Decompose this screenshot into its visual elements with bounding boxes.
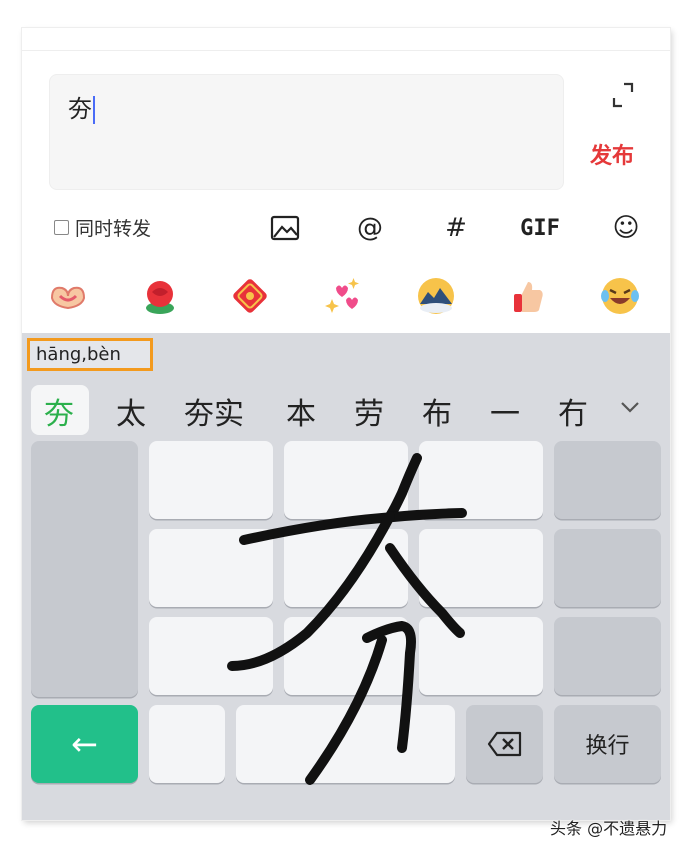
handwriting-area-key[interactable] bbox=[419, 617, 543, 695]
newline-key[interactable]: 换行 bbox=[554, 705, 661, 783]
divider bbox=[22, 50, 670, 51]
pinyin-hint: hāng,bèn bbox=[27, 338, 153, 371]
gif-icon[interactable]: GIF bbox=[520, 210, 560, 246]
publish-button[interactable]: 发布 bbox=[590, 138, 634, 170]
thumbs-up-icon[interactable] bbox=[506, 274, 550, 318]
enter-key[interactable]: ← bbox=[31, 705, 138, 783]
symbol-key[interactable] bbox=[149, 705, 225, 783]
text-caret bbox=[93, 96, 95, 124]
watermark: 头条 @不遗悬力 bbox=[550, 819, 668, 838]
emoji-shortcut-row bbox=[22, 268, 670, 324]
function-key[interactable] bbox=[554, 441, 661, 519]
candidate-bar: 夯 太 夯实 本 劳 布 一 冇 bbox=[22, 381, 670, 437]
compose-text: 夯 bbox=[68, 95, 92, 123]
chevron-down-icon[interactable] bbox=[618, 395, 642, 419]
function-key[interactable] bbox=[554, 529, 661, 607]
hashtag-icon[interactable]: # bbox=[438, 210, 474, 246]
backspace-icon bbox=[487, 731, 521, 757]
candidate-item[interactable]: 夯实 bbox=[184, 389, 244, 433]
function-key[interactable] bbox=[554, 617, 661, 695]
sparkling-hearts-icon[interactable] bbox=[322, 274, 366, 318]
space-key[interactable] bbox=[236, 705, 455, 783]
candidate-item[interactable]: 劳 bbox=[354, 389, 384, 433]
expand-icon[interactable] bbox=[608, 80, 638, 110]
rose-icon[interactable] bbox=[138, 274, 182, 318]
mention-icon[interactable]: @ bbox=[352, 210, 388, 246]
red-envelope-icon[interactable] bbox=[228, 274, 272, 318]
candidate-item[interactable]: 太 bbox=[116, 389, 146, 433]
newline-label: 换行 bbox=[585, 734, 630, 759]
handwriting-area-key[interactable] bbox=[149, 529, 273, 607]
candidate-item[interactable]: 夯 bbox=[44, 389, 74, 433]
checkbox-icon bbox=[54, 220, 69, 235]
handwriting-area-key[interactable] bbox=[284, 529, 408, 607]
handwriting-area-key[interactable] bbox=[419, 529, 543, 607]
heart-hands-icon[interactable] bbox=[46, 274, 90, 318]
candidate-item[interactable]: 布 bbox=[422, 389, 452, 433]
image-icon[interactable] bbox=[267, 210, 303, 246]
handwriting-area-key[interactable] bbox=[284, 441, 408, 519]
image-icon-glyph bbox=[270, 215, 300, 241]
candidate-item[interactable]: 冇 bbox=[558, 389, 588, 433]
sync-repost-checkbox[interactable]: 同时转发 bbox=[54, 214, 151, 241]
handwriting-area-key[interactable] bbox=[419, 441, 543, 519]
handwriting-left-key[interactable] bbox=[31, 441, 138, 697]
handwriting-area-key[interactable] bbox=[149, 441, 273, 519]
arrow-left-icon: ← bbox=[71, 725, 98, 763]
candidate-item[interactable]: 本 bbox=[286, 389, 316, 433]
handwriting-area-key[interactable] bbox=[284, 617, 408, 695]
emoji-icon[interactable]: ☺ bbox=[608, 210, 644, 246]
handwriting-area-key[interactable] bbox=[149, 617, 273, 695]
app-window: 夯 发布 同时转发 @ # GIF ☺ hāng,bèn 夯 太 夯实 本 劳 … bbox=[22, 28, 670, 820]
landscape-sticker-icon[interactable] bbox=[414, 274, 458, 318]
delete-key[interactable] bbox=[466, 705, 543, 783]
handwriting-keyboard: hāng,bèn 夯 太 夯实 本 劳 布 一 冇 ← 换行 bbox=[22, 333, 670, 820]
compose-input[interactable]: 夯 bbox=[49, 74, 564, 190]
sync-repost-label: 同时转发 bbox=[75, 218, 152, 240]
laughing-crying-icon[interactable] bbox=[598, 274, 642, 318]
compose-toolbar: 同时转发 @ # GIF ☺ bbox=[22, 206, 670, 246]
candidate-item[interactable]: 一 bbox=[490, 389, 520, 433]
